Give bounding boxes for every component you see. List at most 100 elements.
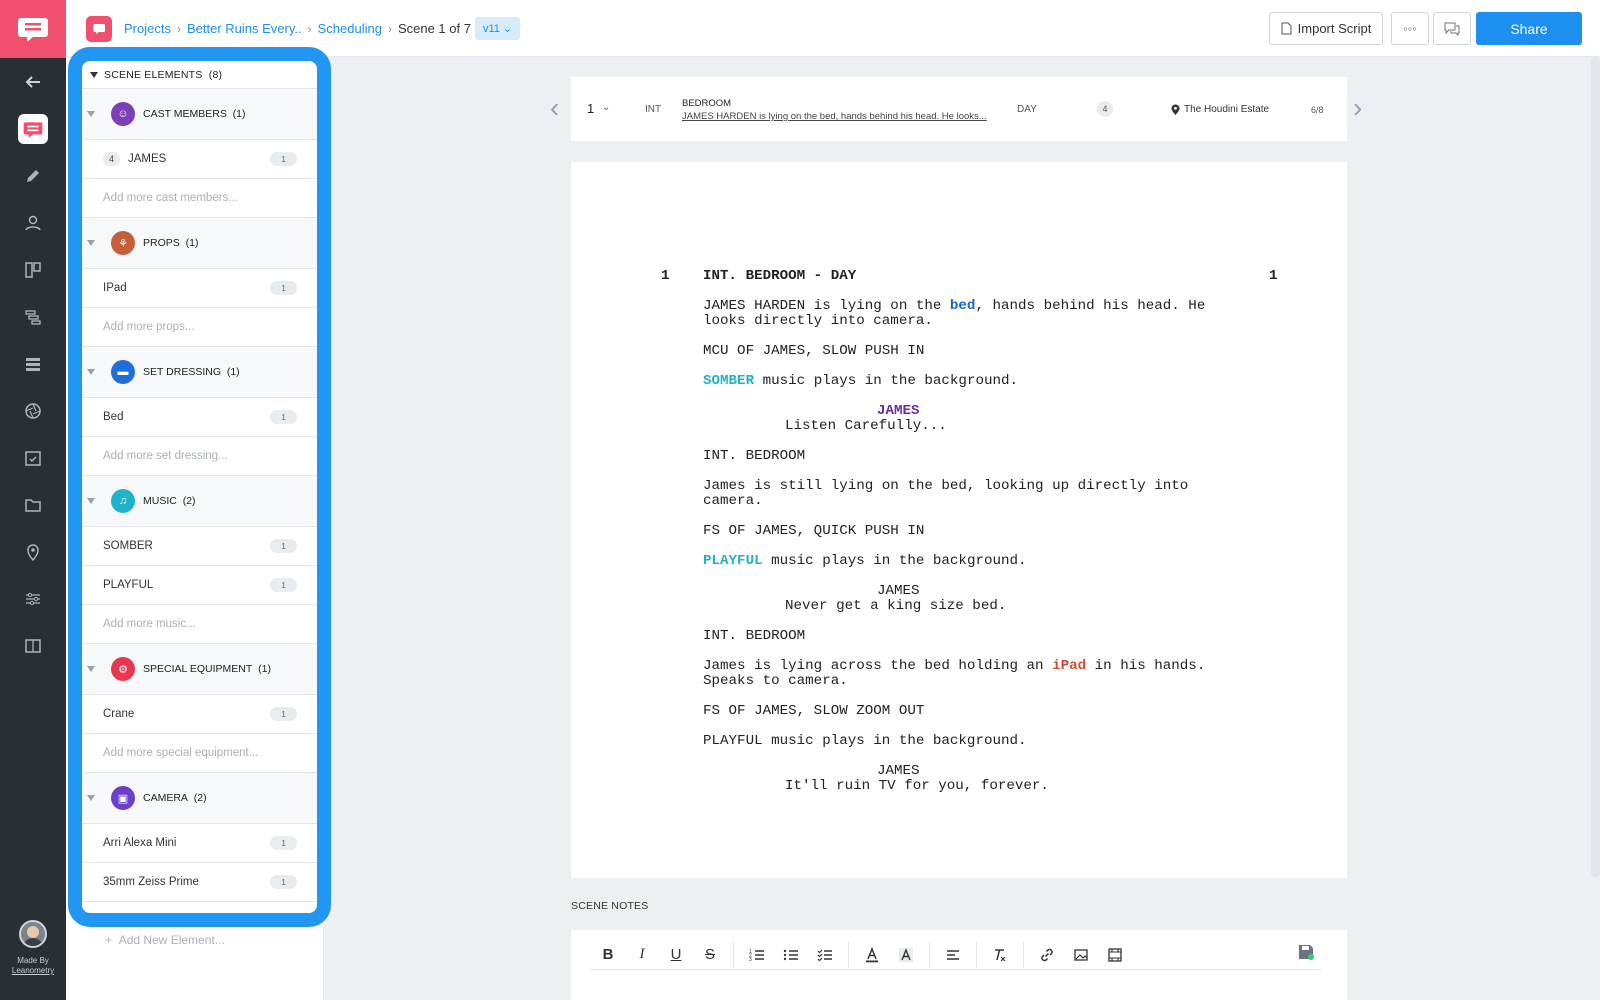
book-icon[interactable] — [0, 622, 66, 669]
import-script-button[interactable]: Import Script — [1269, 12, 1383, 45]
scene-description[interactable]: JAMES HARDEN is lying on the bed, hands … — [682, 111, 987, 122]
element-item[interactable]: Bed 1 — [82, 398, 317, 437]
image-icon[interactable] — [1064, 942, 1098, 968]
chat-logo-icon — [18, 18, 48, 42]
chevron-right-icon: › — [176, 21, 181, 36]
breakdown-icon[interactable] — [0, 105, 66, 152]
list-icon[interactable] — [0, 340, 66, 387]
more-options-button[interactable]: ◦◦◦ — [1391, 12, 1429, 45]
comments-button[interactable] — [1433, 12, 1471, 45]
action-line: looks directly into camera. — [703, 313, 933, 329]
save-icon[interactable] — [1298, 944, 1314, 960]
scene-number-select[interactable]: 1 — [587, 101, 594, 116]
scene-elements-header[interactable]: SCENE ELEMENTS (8) — [82, 62, 317, 89]
caret-down-icon — [87, 795, 95, 801]
chevron-down-icon[interactable]: ⌄ — [602, 102, 610, 113]
add-element-input[interactable]: Add more set dressing... — [82, 437, 317, 476]
element-count-badge: 1 — [270, 875, 297, 889]
element-count-badge: 1 — [270, 152, 297, 166]
scene-strip[interactable]: 1 ⌄ INT BEDROOM JAMES HARDEN is lying on… — [571, 77, 1347, 141]
category-cast-members[interactable]: ☺ CAST MEMBERS (1) — [82, 89, 317, 140]
camera-icon: ▣ — [111, 786, 135, 810]
scene-location: The Houdini Estate — [1171, 104, 1269, 115]
equipment-icon: ⚙ — [111, 657, 135, 681]
link-icon[interactable] — [1030, 942, 1064, 968]
strikethrough-button[interactable]: S — [693, 942, 727, 968]
script-page[interactable]: 1 INT. BEDROOM - DAY 1 JAMES HARDEN is l… — [571, 162, 1347, 878]
breadcrumb-scheduling[interactable]: Scheduling — [318, 21, 382, 36]
user-avatar[interactable] — [19, 920, 47, 948]
storyboard-icon[interactable] — [0, 246, 66, 293]
location-pin-icon[interactable] — [0, 528, 66, 575]
cast-id-badge: 4 — [103, 152, 121, 166]
action-line: James is lying across the bed holding an… — [703, 658, 1206, 674]
breadcrumb-project[interactable]: Better Ruins Every.. — [187, 21, 302, 36]
action-line: PLAYFUL music plays in the background. — [703, 733, 1027, 749]
version-dropdown[interactable]: v11 ⌄ — [474, 17, 521, 40]
app-logo[interactable] — [0, 0, 66, 58]
element-item[interactable]: PLAYFUL 1 — [82, 566, 317, 605]
action-line: JAMES HARDEN is lying on the bed, hands … — [703, 298, 1206, 314]
element-name: Arri Alexa Mini — [103, 837, 177, 849]
category-music[interactable]: ♫ MUSIC (2) — [82, 476, 317, 527]
checklist-icon[interactable] — [808, 942, 842, 968]
element-item[interactable]: 4 JAMES 1 — [82, 140, 317, 179]
element-count-badge: 1 — [270, 578, 297, 592]
tagged-music[interactable]: PLAYFUL — [703, 553, 763, 569]
scene-notes-editor[interactable]: B I U S 123 — [571, 930, 1347, 1000]
category-camera[interactable]: ▣ CAMERA (2) — [82, 773, 317, 824]
element-count-badge: 1 — [270, 836, 297, 850]
pencil-icon[interactable] — [0, 152, 66, 199]
share-button[interactable]: Share — [1476, 12, 1582, 45]
element-item[interactable]: 35mm Zeiss Prime 1 — [82, 863, 317, 902]
ordered-list-icon[interactable]: 123 — [740, 942, 774, 968]
italic-button[interactable]: I — [625, 942, 659, 968]
sliders-icon[interactable] — [0, 575, 66, 622]
location-pin-icon — [1171, 104, 1180, 115]
caret-down-icon — [87, 666, 95, 672]
add-element-input[interactable]: Add more cast members... — [82, 179, 317, 218]
project-logo-icon[interactable] — [86, 16, 112, 42]
caret-down-icon — [87, 498, 95, 504]
bold-button[interactable]: B — [591, 942, 625, 968]
tagged-music[interactable]: SOMBER — [703, 373, 754, 389]
highlight-color-icon[interactable] — [889, 942, 923, 968]
tagged-set-dressing[interactable]: bed — [950, 298, 976, 314]
prev-scene-arrow-icon[interactable]: ‹ — [550, 92, 566, 124]
category-props[interactable]: ⚘ PROPS (1) — [82, 218, 317, 269]
tagged-cast[interactable]: JAMES — [877, 403, 920, 419]
music-note-icon: ♫ — [111, 489, 135, 513]
folder-icon[interactable] — [0, 481, 66, 528]
aperture-icon[interactable] — [0, 387, 66, 434]
align-icon[interactable] — [936, 942, 970, 968]
add-element-input[interactable]: Add more music... — [82, 605, 317, 644]
scene-set: BEDROOM — [682, 98, 732, 109]
calendar-check-icon[interactable] — [0, 434, 66, 481]
bullet-list-icon[interactable] — [774, 942, 808, 968]
element-item[interactable]: Crane 1 — [82, 695, 317, 734]
text-color-icon[interactable] — [855, 942, 889, 968]
tagged-prop[interactable]: iPad — [1052, 658, 1086, 674]
add-new-element-button[interactable]: + Add New Element... — [105, 933, 225, 947]
back-arrow-icon[interactable] — [0, 58, 66, 105]
element-item[interactable]: Arri Alexa Mini 1 — [82, 824, 317, 863]
add-element-input[interactable]: Add more special equipment... — [82, 734, 317, 773]
caret-down-icon — [87, 240, 95, 246]
category-special-equipment[interactable]: ⚙ SPECIAL EQUIPMENT (1) — [82, 644, 317, 695]
comments-icon — [1444, 22, 1460, 36]
underline-button[interactable]: U — [659, 942, 693, 968]
gantt-icon[interactable] — [0, 293, 66, 340]
video-icon[interactable] — [1098, 942, 1132, 968]
add-element-input[interactable]: Add more camera... — [82, 902, 317, 913]
breadcrumb-projects[interactable]: Projects — [124, 21, 171, 36]
shot-line: FS OF JAMES, SLOW ZOOM OUT — [703, 703, 925, 719]
add-element-input[interactable]: Add more props... — [82, 308, 317, 347]
element-item[interactable]: IPad 1 — [82, 269, 317, 308]
next-scene-arrow-icon[interactable]: › — [1353, 92, 1369, 124]
category-set-dressing[interactable]: ▬ SET DRESSING (1) — [82, 347, 317, 398]
element-item[interactable]: SOMBER 1 — [82, 527, 317, 566]
clear-format-icon[interactable] — [983, 942, 1017, 968]
cast-icon[interactable] — [0, 199, 66, 246]
page-scrollbar[interactable] — [1591, 57, 1600, 877]
action-line: SOMBER music plays in the background. — [703, 373, 1019, 389]
